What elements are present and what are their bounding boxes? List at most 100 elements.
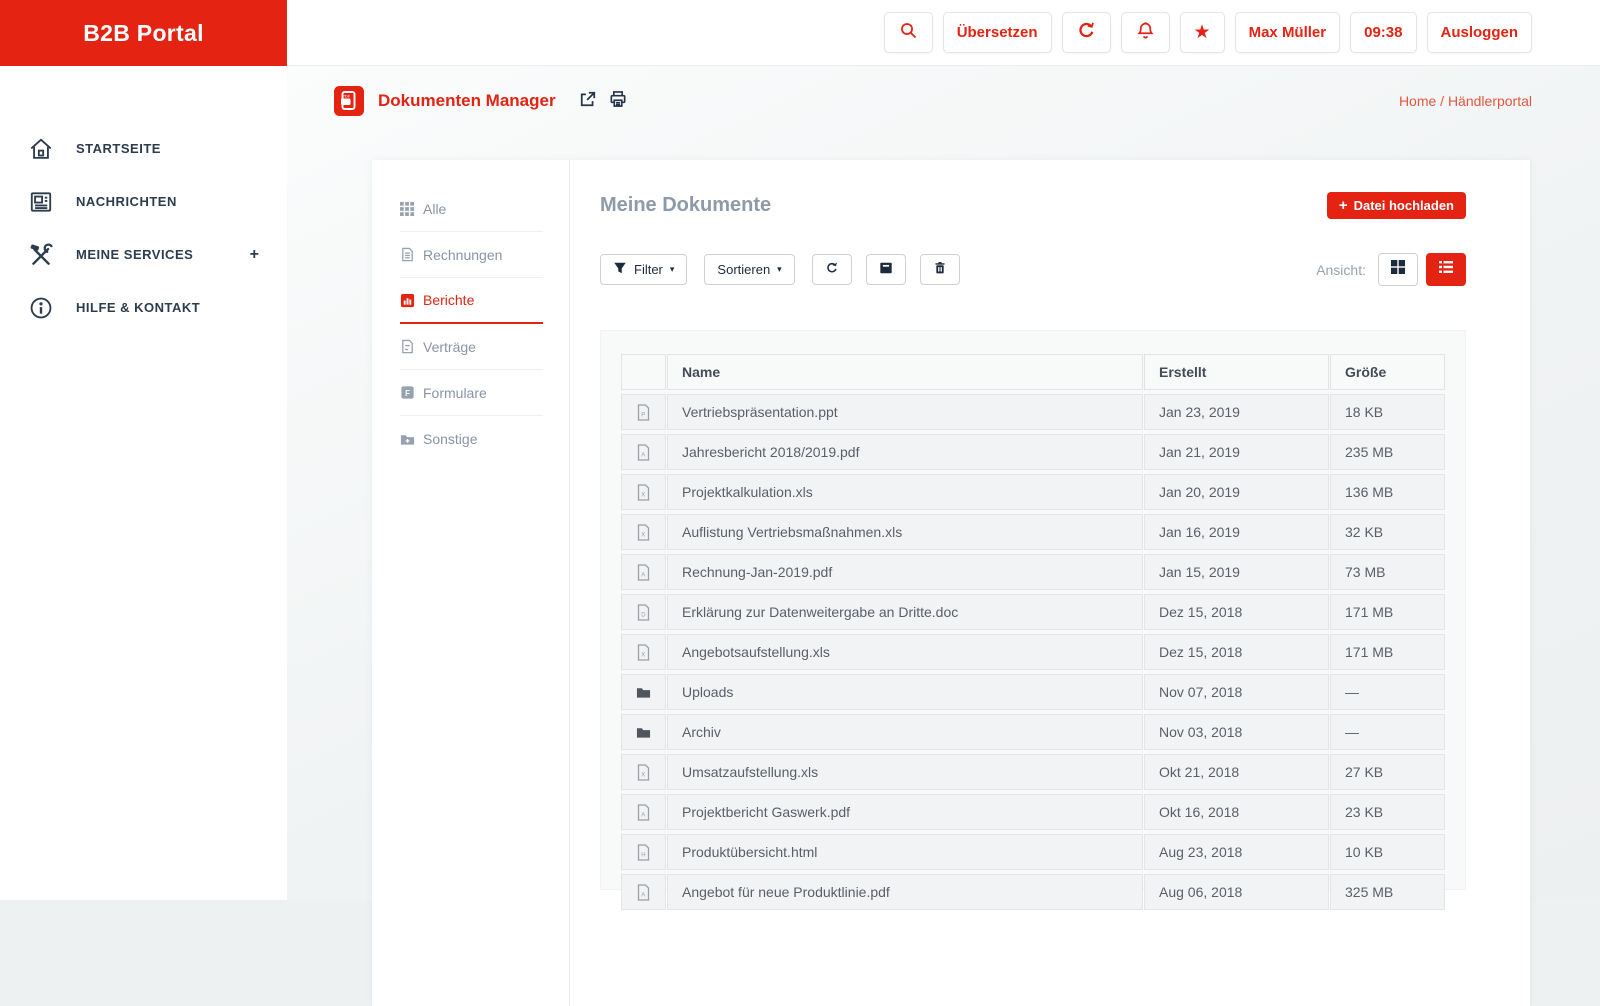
table-row[interactable]: X Auflistung Vertriebsmaßnahmen.xls Jan 16…: [621, 514, 1445, 550]
trash-button[interactable]: [919, 254, 960, 285]
svg-text:A: A: [641, 892, 645, 898]
document-name[interactable]: Archiv: [667, 714, 1143, 750]
table-row[interactable]: H Produktübersicht.html Aug 23, 2018 10 KB: [621, 834, 1445, 870]
category-item-sonstige[interactable]: Sonstige: [400, 416, 543, 462]
page-header: PDF Dokumenten Manager Home / Händlerpor…: [334, 86, 1532, 116]
svg-text:A: A: [641, 572, 645, 578]
document-card: Alle Rechnungen Berichte Verträge F Formulare…: [372, 160, 1530, 1006]
category-label: Formulare: [423, 384, 487, 401]
documents-table: Name Erstellt Größe P Vertriebspräsentati…: [620, 350, 1446, 914]
category-item-alle[interactable]: Alle: [400, 186, 543, 232]
category-label: Verträge: [423, 338, 476, 355]
breadcrumb[interactable]: Home / Händlerportal: [1399, 93, 1532, 109]
home-icon: [28, 136, 54, 162]
sidebar-item-label: NACHRICHTEN: [76, 194, 177, 209]
document-name[interactable]: Jahresbericht 2018/2019.pdf: [667, 434, 1143, 470]
folder-icon: [621, 674, 666, 710]
table-row[interactable]: A Jahresbericht 2018/2019.pdf Jan 21, 2019…: [621, 434, 1445, 470]
logout-button[interactable]: Ausloggen: [1426, 12, 1532, 53]
category-label: Rechnungen: [423, 246, 503, 263]
document-name[interactable]: Rechnung-Jan-2019.pdf: [667, 554, 1143, 590]
table-row[interactable]: A Angebot für neue Produktlinie.pdf Aug 06…: [621, 874, 1445, 910]
documents-table-panel: Name Erstellt Größe P Vertriebspräsentati…: [600, 330, 1466, 910]
expand-plus-icon[interactable]: +: [250, 246, 259, 264]
document-created: Okt 21, 2018: [1144, 754, 1329, 790]
user-button[interactable]: Max Müller: [1234, 12, 1341, 53]
document-created: Jan 15, 2019: [1144, 554, 1329, 590]
document-created: Dez 15, 2018: [1144, 594, 1329, 630]
xls-file-icon: X: [621, 474, 666, 510]
column-header-size[interactable]: Größe: [1330, 354, 1445, 390]
notifications-button[interactable]: [1120, 12, 1170, 53]
grid-view-icon: [1390, 259, 1406, 280]
archive-button[interactable]: [865, 254, 906, 285]
document-name[interactable]: Auflistung Vertriebsmaßnahmen.xls: [667, 514, 1143, 550]
table-row[interactable]: Uploads Nov 07, 2018—: [621, 674, 1445, 710]
category-panel: Alle Rechnungen Berichte Verträge F Formulare…: [372, 160, 570, 1006]
refresh-button[interactable]: [1061, 12, 1111, 53]
category-item-rechnungen[interactable]: Rechnungen: [400, 232, 543, 278]
list-view-button[interactable]: [1426, 253, 1466, 286]
refresh-icon: [825, 261, 839, 278]
table-row[interactable]: D Erklärung zur Datenweitergabe an Dritte…: [621, 594, 1445, 630]
table-row[interactable]: A Projektbericht Gaswerk.pdf Okt 16, 2018 2…: [621, 794, 1445, 830]
document-name[interactable]: Projektkalkulation.xls: [667, 474, 1143, 510]
document-name[interactable]: Angebot für neue Produktlinie.pdf: [667, 874, 1143, 910]
main-panel: Meine Dokumente + Datei hochladen Filter…: [570, 160, 1530, 1006]
magnifier-icon: [898, 20, 919, 45]
pdf-file-icon: A: [621, 794, 666, 830]
sidebar-item-nachrichten[interactable]: NACHRICHTEN: [0, 175, 287, 228]
category-label: Alle: [423, 200, 447, 217]
column-header-created[interactable]: Erstellt: [1144, 354, 1329, 390]
page-header-tools: [578, 89, 628, 114]
svg-text:PDF: PDF: [342, 93, 351, 98]
category-item-formulare[interactable]: F Formulare: [400, 370, 543, 416]
document-name[interactable]: Produktübersicht.html: [667, 834, 1143, 870]
svg-text:P: P: [641, 412, 645, 418]
document-name[interactable]: Angebotsaufstellung.xls: [667, 634, 1143, 670]
upload-file-button[interactable]: + Datei hochladen: [1326, 192, 1466, 219]
svg-text:A: A: [641, 812, 645, 818]
document-name[interactable]: Projektbericht Gaswerk.pdf: [667, 794, 1143, 830]
share-icon[interactable]: [578, 89, 598, 114]
favorites-button[interactable]: ★: [1179, 12, 1225, 53]
table-row[interactable]: P Vertriebspräsentation.ppt Jan 23, 2019 18…: [621, 394, 1445, 430]
sidebar-item-hilfe-kontakt[interactable]: HILFE & KONTAKT: [0, 281, 287, 334]
topbar: Übersetzen ★ Max Müller 09:38 Ausloggen: [287, 0, 1600, 66]
document-name[interactable]: Uploads: [667, 674, 1143, 710]
print-icon[interactable]: [608, 89, 628, 114]
sort-button[interactable]: Sortieren ▾: [704, 254, 795, 285]
filter-button[interactable]: Filter ▾: [600, 254, 688, 285]
sidebar-item-startseite[interactable]: STARTSEITE: [0, 122, 287, 175]
search-button[interactable]: [883, 12, 933, 53]
document-size: 171 MB: [1330, 634, 1445, 670]
table-row[interactable]: X Angebotsaufstellung.xls Dez 15, 2018 171 …: [621, 634, 1445, 670]
plus-icon: +: [1338, 197, 1348, 214]
document-created: Okt 16, 2018: [1144, 794, 1329, 830]
column-header-name[interactable]: Name: [667, 354, 1143, 390]
xls-file-icon: X: [621, 754, 666, 790]
table-row[interactable]: A Rechnung-Jan-2019.pdf Jan 15, 2019 73 MB: [621, 554, 1445, 590]
sidebar-item-meine-services[interactable]: MEINE SERVICES +: [0, 228, 287, 281]
refresh-list-button[interactable]: [811, 254, 852, 285]
bell-icon: [1135, 20, 1156, 45]
newspaper-icon: [28, 189, 54, 215]
document-name[interactable]: Umsatzaufstellung.xls: [667, 754, 1143, 790]
table-row[interactable]: X Projektkalkulation.xls Jan 20, 2019 136 M…: [621, 474, 1445, 510]
table-row[interactable]: X Umsatzaufstellung.xls Okt 21, 2018 27 KB: [621, 754, 1445, 790]
grid-view-button[interactable]: [1378, 253, 1418, 286]
document-name[interactable]: Erklärung zur Datenweitergabe an Dritte.…: [667, 594, 1143, 630]
category-item-verträge[interactable]: Verträge: [400, 324, 543, 370]
help-icon: [28, 295, 54, 321]
translate-button[interactable]: Übersetzen: [942, 12, 1052, 53]
invoice-file-icon: [400, 247, 415, 262]
document-created: Nov 03, 2018: [1144, 714, 1329, 750]
document-manager-icon: PDF: [334, 86, 364, 116]
document-name[interactable]: Vertriebspräsentation.ppt: [667, 394, 1143, 430]
category-item-berichte[interactable]: Berichte: [400, 278, 543, 324]
document-created: Dez 15, 2018: [1144, 634, 1329, 670]
document-created: Jan 23, 2019: [1144, 394, 1329, 430]
table-row[interactable]: Archiv Nov 03, 2018—: [621, 714, 1445, 750]
category-list: Alle Rechnungen Berichte Verträge F Formulare…: [400, 186, 543, 462]
folder-icon: [621, 714, 666, 750]
